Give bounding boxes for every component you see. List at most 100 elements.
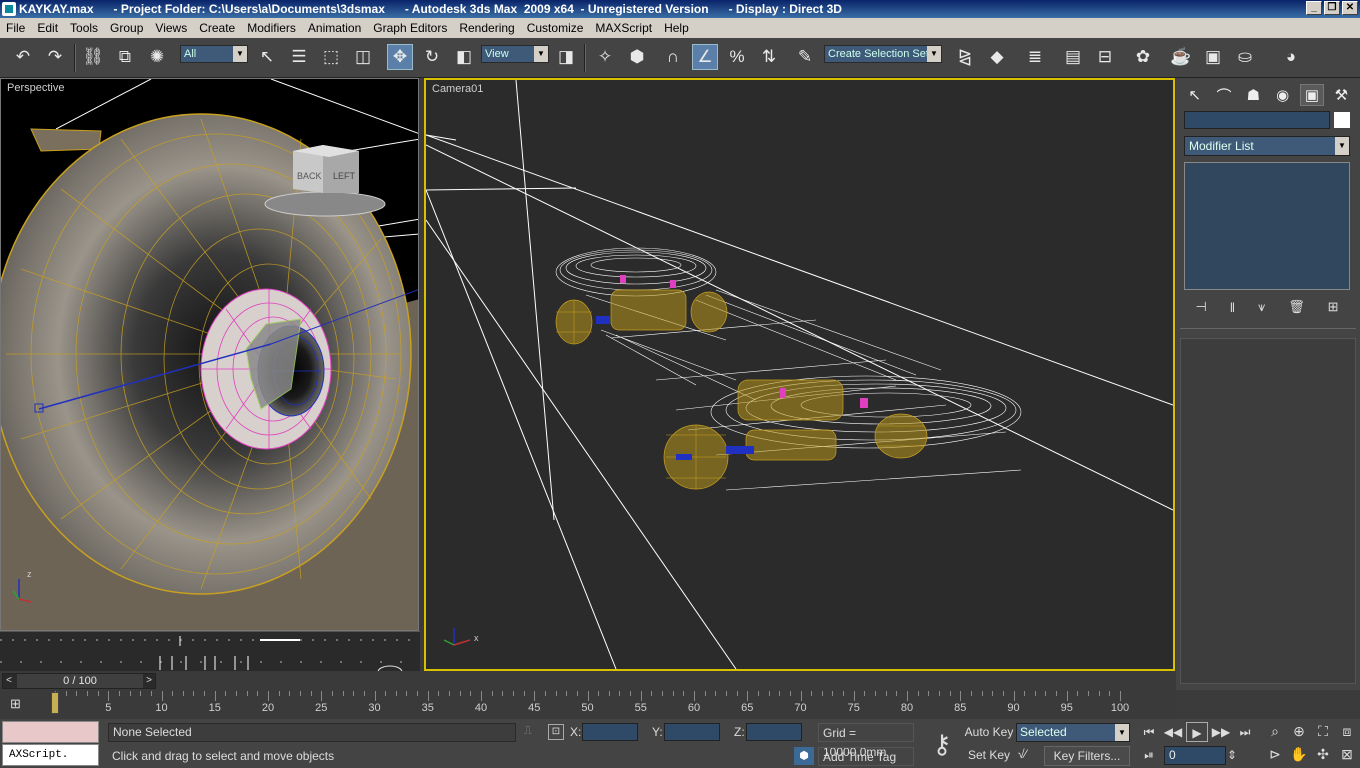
goto-start-icon[interactable]: ⏮ (1138, 722, 1160, 742)
window-crossing-icon[interactable]: ◫ (350, 44, 376, 70)
orbit-icon[interactable]: ✣ (1312, 743, 1334, 765)
minimize-button[interactable]: _ (1306, 1, 1322, 15)
menu-group[interactable]: Group (104, 21, 149, 35)
manipulate-icon[interactable]: ✧ (592, 44, 618, 70)
maxscript-listener-output[interactable] (2, 721, 99, 743)
camera-viewport[interactable]: x Camera01 (424, 78, 1175, 671)
display-tab-icon[interactable]: ▣ (1299, 84, 1324, 106)
time-slider-prev[interactable]: < (3, 674, 15, 688)
layer-manager-icon[interactable]: ≣ (1022, 44, 1048, 70)
edit-named-selection-icon[interactable]: ✎ (792, 44, 818, 70)
key-mode-toggle-icon[interactable]: ⏯ (1138, 745, 1160, 765)
create-tab-icon[interactable]: ↖ (1183, 84, 1207, 106)
time-tag-icon[interactable]: ⬢ (794, 747, 814, 765)
select-and-move-icon[interactable]: ✥ (387, 44, 413, 70)
menu-views[interactable]: Views (149, 21, 193, 35)
zoom-extents-all-icon[interactable]: ⧈ (1336, 720, 1358, 742)
select-link-icon[interactable]: ⛓ (80, 44, 106, 70)
camera-viewport-label[interactable]: Camera01 (432, 83, 483, 95)
perspective-viewport-label[interactable]: Perspective (7, 82, 64, 94)
menu-create[interactable]: Create (193, 21, 241, 35)
select-and-rotate-icon[interactable]: ↻ (419, 44, 445, 70)
percent-snap-icon[interactable]: % (724, 44, 750, 70)
modifier-list-dropdown[interactable]: Modifier List ▼ (1184, 136, 1350, 156)
menu-edit[interactable]: Edit (31, 21, 64, 35)
absolute-mode-icon[interactable]: ⊡ (548, 724, 564, 740)
remove-modifier-icon[interactable]: 🗑 (1288, 299, 1305, 315)
zoom-extents-icon[interactable]: ⛶ (1312, 720, 1334, 742)
selection-lock-icon[interactable]: ⎍ (524, 725, 536, 739)
render-setup-icon[interactable]: ☕ (1168, 44, 1194, 70)
track-ruler[interactable]: 0510152025303540455055606570758085909510… (40, 691, 1170, 719)
align-icon[interactable]: ◆ (984, 44, 1010, 70)
make-unique-icon[interactable]: ⩛ (1258, 299, 1265, 315)
rendered-frame-window-icon[interactable]: ▣ (1200, 44, 1226, 70)
bind-space-warp-icon[interactable]: ✺ (144, 44, 170, 70)
maxscript-mini-listener[interactable]: AXScript. (2, 744, 99, 766)
play-icon[interactable]: ▶ (1186, 722, 1208, 742)
max-logo-icon[interactable]: ◕ (1278, 44, 1304, 70)
auto-key-button[interactable]: Auto Key (964, 723, 1014, 742)
z-coord-field[interactable] (746, 723, 802, 741)
motion-tab-icon[interactable]: ◉ (1271, 84, 1295, 106)
menu-maxscript[interactable]: MAXScript (589, 21, 658, 35)
unlink-icon[interactable]: ⧉ (112, 44, 138, 70)
set-key-button[interactable]: Set Key (964, 746, 1014, 765)
angle-snap-icon[interactable]: ∠ (692, 44, 718, 70)
select-by-name-icon[interactable]: ☰ (286, 44, 312, 70)
default-in-out-tangent-icon[interactable]: √⁄ (1018, 747, 1040, 765)
frame-spinner-icon[interactable]: ⇕ (1226, 745, 1238, 765)
menu-file[interactable]: File (0, 21, 31, 35)
menu-help[interactable]: Help (658, 21, 695, 35)
maximize-viewport-icon[interactable]: ⊠ (1336, 743, 1358, 765)
key-mode-dropdown[interactable]: Selected ▼ (1016, 723, 1130, 742)
named-selection-dropdown[interactable]: Create Selection Set ▼ (824, 45, 942, 63)
goto-end-icon[interactable]: ⏭ (1234, 722, 1256, 742)
set-key-icon[interactable]: ⚷ (922, 725, 962, 763)
menu-graph-editors[interactable]: Graph Editors (367, 21, 453, 35)
object-name-field[interactable] (1184, 111, 1330, 129)
time-slider[interactable]: < 0 / 100 > (2, 673, 156, 689)
open-mini-curve-editor-icon[interactable]: ⊞ (10, 696, 30, 712)
add-time-tag[interactable]: Add Time Tag (818, 747, 914, 766)
track-bar[interactable]: ⊞ 05101520253035404550556065707580859095… (0, 691, 1176, 719)
time-slider-value[interactable]: 0 / 100 (17, 674, 143, 688)
menu-customize[interactable]: Customize (521, 21, 590, 35)
x-coord-field[interactable] (582, 723, 638, 741)
close-button[interactable]: ✕ (1342, 1, 1358, 15)
pan-icon[interactable]: ✋ (1288, 743, 1310, 765)
mirror-icon[interactable]: ⧎ (952, 44, 978, 70)
utilities-tab-icon[interactable]: ⚒ (1329, 84, 1353, 106)
rectangular-selection-icon[interactable]: ⬚ (318, 44, 344, 70)
menu-modifiers[interactable]: Modifiers (241, 21, 302, 35)
material-editor-icon[interactable]: ✿ (1130, 44, 1156, 70)
perspective-viewport[interactable]: BACK LEFT z Perspective (0, 78, 419, 631)
show-end-result-icon[interactable]: ‖ (1230, 300, 1235, 315)
next-frame-icon[interactable]: ▶▶ (1210, 722, 1232, 742)
modify-tab-icon[interactable]: ⌒ (1212, 84, 1236, 106)
app-icon[interactable] (2, 2, 16, 16)
y-coord-field[interactable] (664, 723, 720, 741)
object-color-swatch[interactable] (1334, 112, 1350, 128)
menu-rendering[interactable]: Rendering (453, 21, 520, 35)
current-frame-field[interactable]: 0 (1164, 746, 1226, 765)
viewcube-left-label[interactable]: LEFT (333, 171, 356, 181)
current-time-marker[interactable] (51, 692, 59, 714)
curve-editor-icon[interactable]: ▤ (1060, 44, 1086, 70)
snaps-toggle-icon[interactable]: ∩ (660, 44, 686, 70)
spinner-snap-icon[interactable]: ⇅ (756, 44, 782, 70)
keyboard-shortcut-icon[interactable]: ⬢ (624, 44, 650, 70)
undo-icon[interactable]: ↶ (10, 44, 36, 70)
schematic-view-icon[interactable]: ⊟ (1092, 44, 1118, 70)
viewcube-back-label[interactable]: BACK (297, 171, 322, 181)
redo-icon[interactable]: ↷ (42, 44, 68, 70)
field-of-view-icon[interactable]: ⊳ (1264, 743, 1286, 765)
pivot-center-icon[interactable]: ◨ (553, 44, 579, 70)
key-filters-button[interactable]: Key Filters... (1044, 746, 1130, 766)
modifier-stack[interactable] (1184, 162, 1350, 290)
menu-tools[interactable]: Tools (64, 21, 104, 35)
time-slider-next[interactable]: > (143, 674, 155, 688)
selection-filter-dropdown[interactable]: All ▼ (180, 45, 248, 63)
select-and-scale-icon[interactable]: ◧ (451, 44, 477, 70)
zoom-icon[interactable]: ⌕ (1264, 720, 1286, 742)
